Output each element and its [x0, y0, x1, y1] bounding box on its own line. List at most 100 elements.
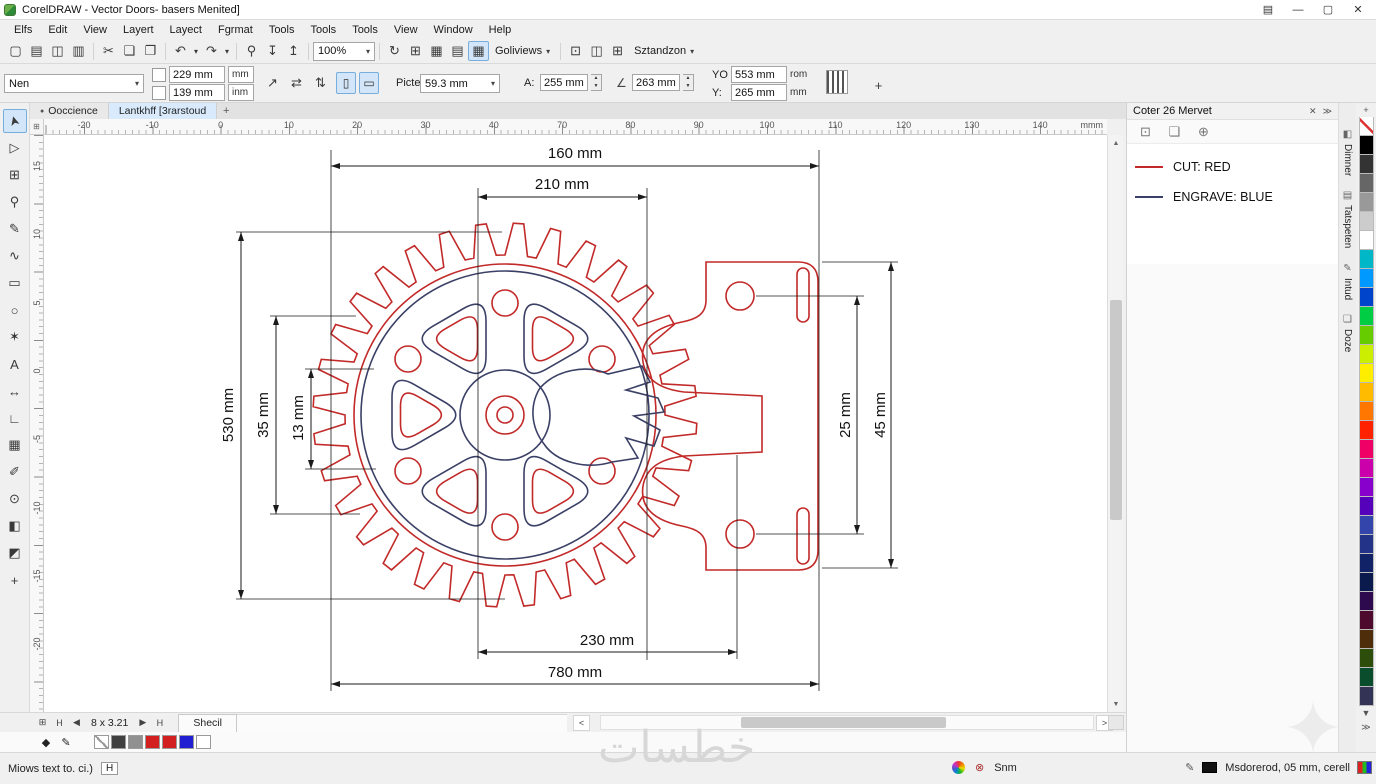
y0-field[interactable] — [731, 66, 787, 83]
y-position-field[interactable] — [169, 84, 225, 101]
palette-swatch-22[interactable] — [1358, 535, 1374, 554]
palette-swatch-14[interactable] — [1358, 383, 1374, 402]
color-well-0[interactable] — [94, 735, 109, 749]
rulers-toggle-icon[interactable]: ▤ — [447, 41, 468, 61]
palette-swatch-17[interactable] — [1358, 440, 1374, 459]
palette-swatch-2[interactable] — [1358, 155, 1374, 174]
x-position-field[interactable] — [169, 66, 225, 83]
docker-side-tab-2[interactable]: ✎ Intud — [1342, 263, 1353, 300]
palette-swatch-8[interactable] — [1358, 269, 1374, 288]
first-page-icon[interactable]: H — [51, 715, 68, 731]
import-icon[interactable]: ↧ — [262, 41, 283, 61]
size-combo[interactable]: 59.3 mm ▾ — [420, 74, 500, 93]
minimize-button[interactable]: — — [1284, 1, 1312, 19]
print-icon[interactable]: ▥ — [68, 41, 89, 61]
palette-swatch-29[interactable] — [1358, 668, 1374, 687]
close-button[interactable]: ✕ — [1344, 1, 1372, 19]
drawing-canvas[interactable]: 160 mm 210 mm 230 mm 780 mm 530 mm 35 mm 13 mm… — [44, 135, 1107, 712]
shape-tool[interactable]: ▷ — [3, 136, 27, 160]
vertical-scrollbar[interactable]: ▲ ▼ — [1107, 135, 1123, 712]
palette-scroll-down-icon[interactable]: ▼ — [1358, 706, 1374, 720]
palette-swatch-24[interactable] — [1358, 573, 1374, 592]
open-icon[interactable]: ▤ — [26, 41, 47, 61]
new-document-icon[interactable]: ▢ — [5, 41, 26, 61]
grid-icon[interactable]: ▦ — [426, 41, 447, 61]
docs-icon[interactable]: ▤ — [1254, 1, 1282, 19]
palette-swatch-21[interactable] — [1358, 516, 1374, 535]
views-dropdown[interactable]: Goliviews ▾ — [489, 41, 556, 61]
angle-spinner[interactable]: ▲ ▼ — [683, 74, 694, 91]
standard-dropdown[interactable]: Sztandzon ▾ — [628, 41, 700, 61]
last-page-icon[interactable]: H — [151, 715, 168, 731]
legend-row-0[interactable]: CUT: RED — [1127, 152, 1338, 182]
page-border-icon[interactable]: ⊡ — [565, 41, 586, 61]
document-tab-0[interactable]: ● Ooccience — [30, 103, 109, 119]
polygon-tool[interactable]: ✶ — [3, 325, 27, 349]
color-well-5[interactable] — [179, 735, 194, 749]
menu-item-2-view[interactable]: View — [75, 22, 115, 38]
palette-swatch-10[interactable] — [1358, 307, 1374, 326]
palette-swatch-27[interactable] — [1358, 630, 1374, 649]
nudge-icon[interactable]: ↗ — [262, 73, 283, 93]
palette-swatch-30[interactable] — [1358, 687, 1374, 706]
legend-row-1[interactable]: ENGRAVE: BLUE — [1127, 182, 1338, 212]
menu-item-11-help[interactable]: Help — [481, 22, 520, 38]
palette-swatch-28[interactable] — [1358, 649, 1374, 668]
dimension-tool[interactable]: ↔ — [3, 379, 27, 403]
palette-swatch-5[interactable] — [1358, 212, 1374, 231]
palette-swatch-15[interactable] — [1358, 402, 1374, 421]
menu-item-7-tools[interactable]: Tools — [303, 22, 345, 38]
scroll-left-button[interactable]: < — [572, 714, 590, 731]
palette-swatch-4[interactable] — [1358, 193, 1374, 212]
docker-side-tab-3[interactable]: ❏ Doze — [1342, 314, 1353, 352]
color-well-4[interactable] — [162, 735, 177, 749]
mirror-vertical-icon[interactable]: ⇅ — [310, 73, 331, 93]
eyedropper-tool[interactable]: ✐ — [3, 460, 27, 484]
menu-item-6-tools[interactable]: Tools — [261, 22, 303, 38]
paste-icon[interactable]: ❐ — [140, 41, 161, 61]
add-page-tab-button[interactable]: + — [217, 103, 235, 119]
palette-swatch-12[interactable] — [1358, 345, 1374, 364]
cut-icon[interactable]: ✂ — [98, 41, 119, 61]
angle-field[interactable] — [632, 74, 680, 91]
freehand-tool[interactable]: ✎ — [3, 217, 27, 241]
outline-pen-tool[interactable]: ⊙ — [3, 487, 27, 511]
bar-pattern-icon[interactable] — [826, 70, 848, 94]
search-icon[interactable]: ⚲ — [241, 41, 262, 61]
docker-collapse-icon[interactable]: ≫ — [1323, 106, 1332, 117]
ellipse-tool[interactable]: ○ — [3, 298, 27, 322]
menu-item-3-layert[interactable]: Layert — [115, 22, 162, 38]
horizontal-scrollbar-thumb[interactable] — [741, 717, 946, 728]
add-control-icon[interactable]: + — [868, 75, 889, 95]
maximize-button[interactable]: ▢ — [1314, 1, 1342, 19]
palette-swatch-11[interactable] — [1358, 326, 1374, 345]
width-spinner[interactable]: ▲ ▼ — [591, 74, 602, 91]
rectangle-tool[interactable]: ▭ — [3, 271, 27, 295]
zoom-level-combo[interactable]: 100% ▾ — [313, 41, 375, 61]
prev-page-icon[interactable]: ◀ — [68, 715, 85, 731]
vertical-scrollbar-thumb[interactable] — [1110, 300, 1122, 520]
horizontal-scrollbar[interactable] — [600, 715, 1094, 730]
preset-combo[interactable]: Nen ▾ — [4, 74, 144, 93]
zoom-tool[interactable]: ⚲ — [3, 190, 27, 214]
vertical-ruler[interactable]: 15 10 5 0 -5 -10 -15 -20 — [30, 135, 44, 712]
docker-side-tab-0[interactable]: ◧ Dimner — [1342, 129, 1353, 176]
palette-swatch-13[interactable] — [1358, 364, 1374, 383]
snap-icon[interactable]: ⊗ — [975, 761, 984, 774]
crop-tool[interactable]: ⊞ — [3, 163, 27, 187]
palette-swatch-7[interactable] — [1358, 250, 1374, 269]
palette-swatch-9[interactable] — [1358, 288, 1374, 307]
interactive-fill-tool[interactable]: ◩ — [3, 541, 27, 565]
layout-icon[interactable]: ◫ — [586, 41, 607, 61]
palette-swatch-19[interactable] — [1358, 478, 1374, 497]
menu-item-5-fgrmat[interactable]: Fgrmat — [210, 22, 261, 38]
menu-item-10-window[interactable]: Window — [426, 22, 481, 38]
mirror-horizontal-icon[interactable]: ⇄ — [286, 73, 307, 93]
pick-tool[interactable]: ➤ — [2, 109, 27, 133]
snap-icon[interactable]: ⊞ — [405, 41, 426, 61]
palette-swatch-20[interactable] — [1358, 497, 1374, 516]
scroll-up-icon[interactable]: ▲ — [1108, 135, 1124, 151]
add-tool-button[interactable]: + — [3, 568, 27, 592]
bezier-tool[interactable]: ∿ — [3, 244, 27, 268]
menu-item-4-layect[interactable]: Layect — [162, 22, 210, 38]
